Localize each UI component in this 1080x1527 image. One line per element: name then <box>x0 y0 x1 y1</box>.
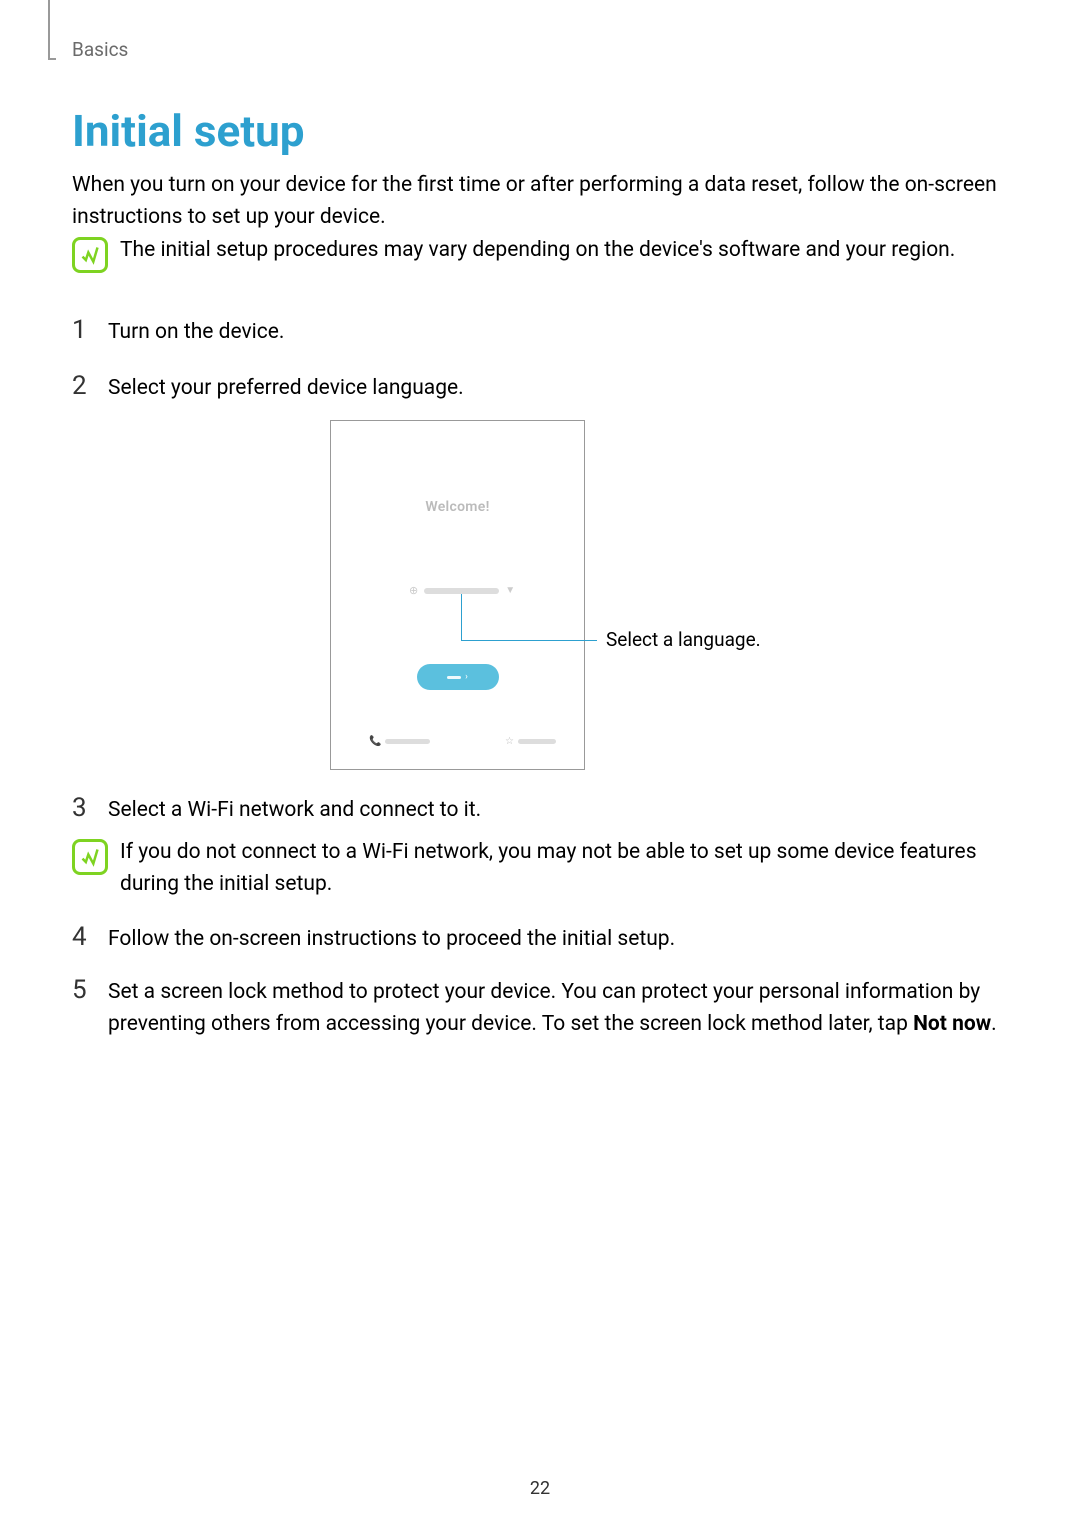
phone-bottom-bar: 📞 ☆ <box>369 736 556 747</box>
step-number: 2 <box>72 371 90 402</box>
globe-icon: ⊕ <box>409 584 418 597</box>
star-icon: ☆ <box>505 736 514 747</box>
step-number: 4 <box>72 922 90 953</box>
step-2: 2 Select your preferred device language. <box>72 371 1008 405</box>
note-block-region: The initial setup procedures may vary de… <box>72 235 1008 273</box>
callout-connector-horizontal <box>461 640 597 641</box>
callout-label: Select a language. <box>606 628 761 651</box>
step-4: 4 Follow the on-screen instructions to p… <box>72 922 1008 978</box>
chevron-right-icon: › <box>465 672 468 682</box>
step-text: Turn on the device. <box>108 315 284 349</box>
emergency-call-link: 📞 <box>369 736 430 747</box>
phone-mockup: Welcome! ⊕ ▼ › 📞 ☆ <box>330 420 585 770</box>
page-number: 22 <box>530 1478 550 1499</box>
placeholder-bar <box>385 739 430 744</box>
placeholder-bar <box>518 739 556 744</box>
accessibility-link: ☆ <box>505 736 556 747</box>
callout-connector-vertical <box>461 594 462 641</box>
step-1: 1 Turn on the device. <box>72 315 1008 349</box>
step-number: 5 <box>72 975 90 1006</box>
phone-language-selector: ⊕ ▼ <box>409 584 515 597</box>
step-text-part: Set a screen lock method to protect your… <box>108 980 980 1036</box>
phone-icon: 📞 <box>369 736 381 747</box>
note-text: If you do not connect to a Wi-Fi network… <box>120 837 1008 900</box>
page-corner-mark <box>48 0 50 60</box>
intro-paragraph: When you turn on your device for the fir… <box>72 170 1008 233</box>
step-text: Select a Wi-Fi network and connect to it… <box>108 793 481 827</box>
note-icon <box>72 839 108 875</box>
step-text: Follow the on-screen instructions to pro… <box>108 922 675 956</box>
step-text-part: . <box>991 1012 997 1036</box>
step-5: 5 Set a screen lock method to protect yo… <box>72 975 1008 1062</box>
note-text: The initial setup procedures may vary de… <box>120 235 955 273</box>
language-placeholder-bar <box>424 588 499 594</box>
note-icon <box>72 237 108 273</box>
button-label-placeholder <box>447 676 461 679</box>
step-text: Select your preferred device language. <box>108 371 464 405</box>
step-text-bold: Not now <box>913 1012 991 1036</box>
phone-welcome-text: Welcome! <box>425 499 489 515</box>
note-block-wifi: If you do not connect to a Wi-Fi network… <box>72 837 1008 900</box>
phone-start-button: › <box>417 664 499 690</box>
breadcrumb: Basics <box>72 38 128 61</box>
step-number: 1 <box>72 315 90 346</box>
chevron-down-icon: ▼ <box>505 585 515 596</box>
page-title: Initial setup <box>72 105 304 157</box>
step-text: Set a screen lock method to protect your… <box>108 975 1008 1040</box>
step-number: 3 <box>72 793 90 824</box>
